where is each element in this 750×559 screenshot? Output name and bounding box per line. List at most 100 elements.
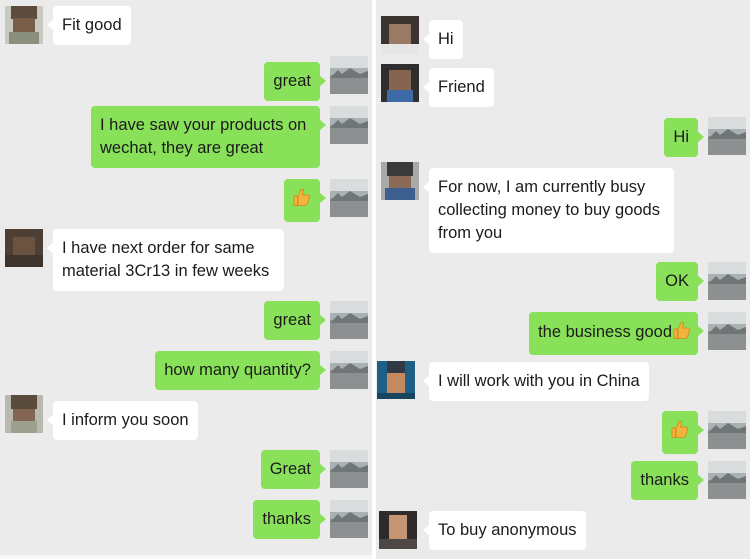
contact-avatar[interactable] [5,229,43,267]
my-avatar[interactable] [330,179,368,217]
sent-message-bubble: great [264,301,326,340]
message-row: Fit good [0,6,372,45]
landscape-avatar-image [330,351,368,389]
message-text: To buy anonymous [438,521,577,539]
sent-message-bubble: great [264,62,326,101]
landscape-avatar-image [708,411,746,449]
contact-avatar[interactable] [381,16,419,54]
my-avatar[interactable] [708,117,746,155]
sent-message-bubble: Hi [664,118,704,157]
message-row: the business good [376,312,750,355]
my-avatar[interactable] [708,262,746,300]
landscape-avatar-image [330,301,368,339]
message-row: great [0,301,372,340]
landscape-avatar-image [330,106,368,144]
message-text: Hi [673,128,689,146]
right-chat-panel[interactable]: Hi Friend Hi For now, I am currently bus… [376,0,750,559]
message-text: I will work with you in China [438,372,640,390]
received-message-bubble: Friend [423,68,494,107]
my-avatar[interactable] [330,106,368,144]
sent-message-bubble [284,179,326,222]
message-row: great [0,56,372,101]
sent-message-bubble: OK [656,262,704,301]
message-text: I inform you soon [62,411,189,429]
pixelated-avatar-image [381,162,419,200]
pixelated-avatar-image [5,395,43,433]
contact-avatar[interactable] [5,6,43,44]
thumbs-up-icon [292,187,312,214]
message-text: Fit good [62,16,122,34]
contact-avatar[interactable] [381,64,419,102]
pixelated-avatar-image [381,16,419,54]
message-text: I have next order for same material 3Cr1… [62,239,270,280]
pixelated-avatar-image [379,511,417,549]
sent-message-bubble: Great [260,450,327,489]
message-row: Hi [376,16,750,59]
message-row: Friend [376,64,750,107]
my-avatar[interactable] [330,301,368,339]
landscape-avatar-image [330,56,368,94]
my-avatar[interactable] [330,56,368,94]
message-row: thanks [376,461,750,500]
message-text: OK [665,272,689,290]
message-row: Hi [376,117,750,157]
my-avatar[interactable] [708,461,746,499]
message-row: I have saw your products on wechat, they… [0,106,372,168]
received-message-bubble: I inform you soon [47,401,198,440]
message-text: great [273,72,311,90]
landscape-avatar-image [708,117,746,155]
landscape-avatar-image [708,461,746,499]
contact-avatar[interactable] [377,361,415,399]
pixelated-avatar-image [5,6,43,44]
message-row: I will work with you in China [376,361,750,401]
landscape-avatar-image [330,450,368,488]
landscape-avatar-image [330,500,368,538]
received-message-bubble: I will work with you in China [423,362,649,401]
message-text: how many quantity? [164,361,311,379]
message-row: To buy anonymous [376,511,750,550]
contact-avatar[interactable] [379,511,417,549]
message-row: how many quantity? [0,351,372,390]
message-text: the business good [538,323,672,341]
message-text: thanks [262,510,311,528]
message-text: Hi [438,30,454,48]
message-row [0,179,372,222]
received-message-bubble: To buy anonymous [423,511,586,550]
message-row [376,411,750,454]
pixelated-avatar-image [5,229,43,267]
landscape-avatar-image [708,312,746,350]
sent-message-bubble: I have saw your products on wechat, they… [91,106,326,168]
message-row: OK [376,262,750,301]
my-avatar[interactable] [708,411,746,449]
landscape-avatar-image [708,262,746,300]
message-text: Great [269,460,311,478]
chat-screenshot-collage: Fit good great I have saw your products … [0,0,750,559]
pixelated-avatar-image [377,361,415,399]
message-row: For now, I am currently busy collecting … [376,162,750,253]
message-row: I inform you soon [0,395,372,440]
message-text: great [273,311,311,329]
pixelated-avatar-image [381,64,419,102]
my-avatar[interactable] [330,500,368,538]
my-avatar[interactable] [330,450,368,488]
left-chat-panel[interactable]: Fit good great I have saw your products … [0,0,372,559]
received-message-bubble: I have next order for same material 3Cr1… [47,229,284,291]
received-message-bubble: Hi [423,20,463,59]
message-text: For now, I am currently busy collecting … [438,178,660,242]
panel-bottom-edge [0,555,372,559]
message-row: thanks [0,500,372,539]
sent-message-bubble: thanks [253,500,326,539]
message-row: I have next order for same material 3Cr1… [0,229,372,291]
contact-avatar[interactable] [381,162,419,200]
my-avatar[interactable] [330,351,368,389]
message-row: Great [0,450,372,489]
sent-message-bubble: how many quantity? [155,351,326,390]
thumbs-up-icon [670,419,690,446]
landscape-avatar-image [330,179,368,217]
sent-message-bubble: the business good [529,312,704,355]
message-text: Friend [438,78,485,96]
contact-avatar[interactable] [5,395,43,433]
sent-message-bubble [662,411,704,454]
my-avatar[interactable] [708,312,746,350]
received-message-bubble: For now, I am currently busy collecting … [423,168,674,253]
